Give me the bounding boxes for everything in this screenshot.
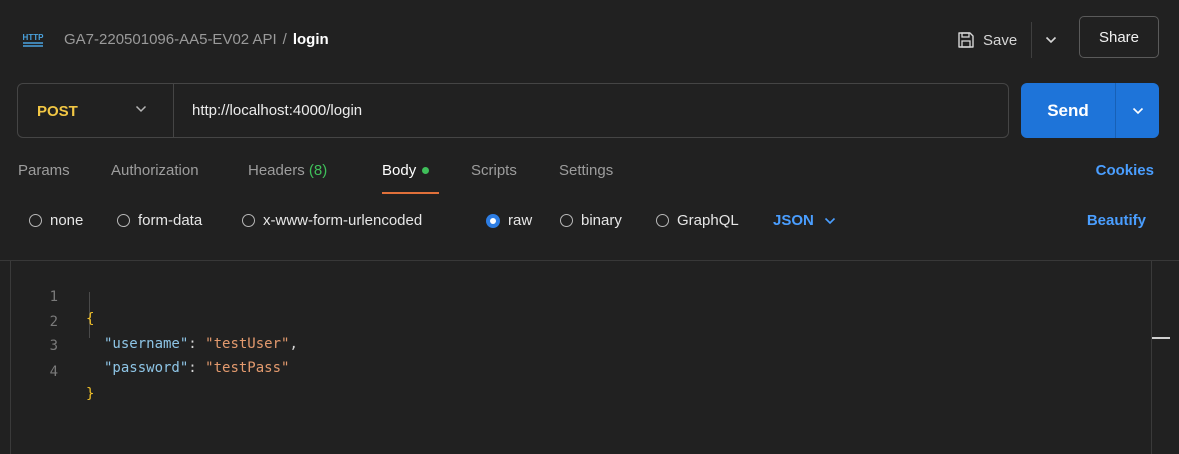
chevron-down-icon (1045, 36, 1057, 44)
editor-scrollbar-track[interactable] (1151, 261, 1152, 454)
tab-authorization[interactable]: Authorization (111, 162, 199, 179)
tab-body-label: Body (382, 162, 417, 179)
save-icon (958, 32, 974, 48)
code-line: 1 { (0, 264, 95, 327)
body-type-urlencoded-label: x-www-form-urlencoded (263, 212, 423, 229)
body-type-none-label: none (50, 212, 84, 229)
tab-headers-label: Headers (248, 162, 305, 179)
code-content: "password": "testPass" (104, 360, 290, 376)
code-line: 3 "password": "testPass" (0, 313, 290, 376)
json-comma: , (289, 336, 298, 352)
request-tabs: Params Authorization Headers (8) Body Sc… (0, 160, 1179, 196)
format-select[interactable]: JSON (773, 212, 836, 229)
radio-binary[interactable] (560, 214, 573, 227)
radio-none[interactable] (29, 214, 42, 227)
body-type-form-data-label: form-data (138, 212, 203, 229)
request-header: HTTP GA7-220501096-AA5-EV02 API / login Sa… (0, 0, 1179, 81)
headers-count-badge: (8) (308, 162, 328, 179)
request-name[interactable]: login (293, 31, 329, 48)
tab-body[interactable]: Body (382, 162, 430, 179)
radio-form-data[interactable] (117, 214, 130, 227)
body-status-dot (422, 166, 430, 174)
line-number: 2 (49, 314, 58, 330)
tab-settings[interactable]: Settings (559, 162, 613, 179)
beautify-button[interactable]: Beautify (1087, 212, 1146, 229)
chevron-down-icon (1132, 107, 1143, 114)
chevron-down-icon (824, 217, 835, 224)
json-value: "testUser" (205, 336, 290, 352)
line-number: 1 (49, 289, 58, 305)
editor-scrollbar-thumb[interactable] (1152, 337, 1170, 339)
body-type-form-data[interactable]: form-data (117, 212, 202, 229)
radio-urlencoded[interactable] (242, 214, 255, 227)
chevron-down-icon[interactable] (135, 105, 147, 113)
breadcrumb: GA7-220501096-AA5-EV02 API / login (64, 31, 329, 48)
url-input[interactable] (192, 102, 992, 119)
send-button-group: Send (1021, 83, 1159, 138)
json-value: "testPass" (205, 360, 290, 376)
http-icon: HTTP (23, 33, 44, 47)
format-label: JSON (773, 212, 814, 229)
code-editor[interactable]: 1 { 2 "username": "testUser", 3 "passwor… (0, 260, 1179, 454)
body-type-graphql[interactable]: GraphQL (656, 212, 739, 229)
json-key: "username" (104, 336, 189, 352)
code-content: "username": "testUser", (104, 336, 298, 352)
save-label: Save (983, 31, 1018, 49)
cookies-link[interactable]: Cookies (1096, 162, 1154, 179)
active-tab-indicator (382, 192, 439, 194)
open-brace: { (86, 311, 95, 327)
body-type-raw-label: raw (508, 212, 533, 229)
breadcrumb-collection[interactable]: GA7-220501096-AA5-EV02 API (64, 31, 277, 48)
send-button[interactable]: Send (1021, 83, 1115, 138)
breadcrumb-separator: / (282, 31, 287, 48)
url-bar: POST (17, 83, 1009, 138)
radio-graphql[interactable] (656, 214, 669, 227)
svg-text:HTTP: HTTP (23, 33, 44, 42)
json-key: "password" (104, 360, 189, 376)
tab-params[interactable]: Params (18, 162, 70, 179)
send-options-button[interactable] (1116, 83, 1159, 138)
line-number: 3 (49, 338, 58, 354)
body-type-urlencoded[interactable]: x-www-form-urlencoded (242, 212, 422, 229)
save-divider (1031, 22, 1032, 58)
close-brace: } (86, 386, 95, 402)
body-type-selector: none form-data x-www-form-urlencoded raw… (0, 208, 1179, 238)
save-button[interactable]: Save (948, 22, 1032, 58)
save-options-button[interactable] (1036, 22, 1066, 58)
tab-scripts[interactable]: Scripts (471, 162, 517, 179)
body-type-raw[interactable]: raw (486, 212, 532, 229)
line-number: 4 (49, 364, 58, 380)
body-type-binary[interactable]: binary (560, 212, 622, 229)
body-type-graphql-label: GraphQL (677, 212, 739, 229)
url-divider (173, 84, 174, 137)
body-type-none[interactable]: none (29, 212, 83, 229)
radio-raw[interactable] (486, 213, 500, 228)
tab-headers[interactable]: Headers (8) (248, 162, 327, 179)
code-line: 2 "username": "testUser", (0, 289, 298, 352)
share-button[interactable]: Share (1079, 16, 1159, 58)
body-type-binary-label: binary (581, 212, 622, 229)
method-select[interactable]: POST (37, 103, 78, 120)
code-line: 4 } (0, 339, 95, 402)
